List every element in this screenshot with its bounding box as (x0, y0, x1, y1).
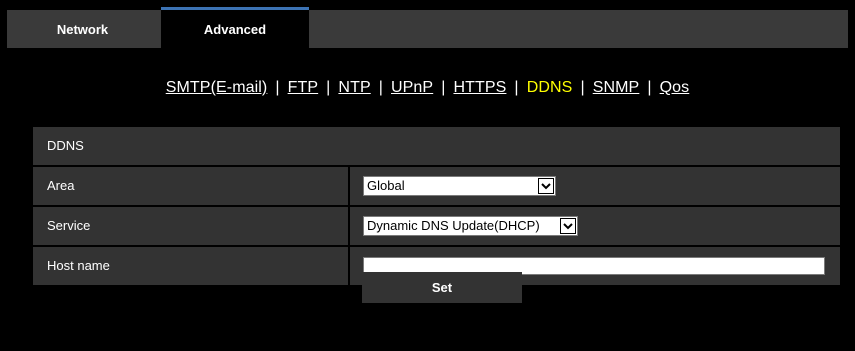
link-separator: | (580, 79, 585, 96)
chevron-down-icon[interactable] (538, 178, 554, 194)
section-title: DDNS (33, 127, 840, 167)
link-qos[interactable]: Qos (660, 79, 690, 96)
tab-bar: Network Advanced (7, 7, 848, 48)
service-select[interactable]: Dynamic DNS Update(DHCP) (363, 216, 578, 236)
link-smtp[interactable]: SMTP(E-mail) (166, 79, 268, 96)
link-snmp[interactable]: SNMP (593, 79, 640, 96)
chevron-down-icon[interactable] (560, 218, 576, 234)
ddns-settings-table: DDNS Area Global Service Dynamic DNS Upd… (33, 127, 840, 287)
tab-network[interactable]: Network (7, 10, 158, 48)
service-value-cell: Dynamic DNS Update(DHCP) (350, 207, 840, 245)
link-ddns-active: DDNS (526, 79, 573, 96)
settings-page: Network Advanced SMTP(E-mail) | FTP | NTP | UP… (0, 0, 855, 351)
hostname-label: Host name (33, 247, 348, 285)
link-separator: | (647, 79, 652, 96)
area-label: Area (33, 167, 348, 205)
link-https[interactable]: HTTPS (453, 79, 506, 96)
link-separator: | (514, 79, 519, 96)
link-separator: | (441, 79, 446, 96)
row-area: Area Global (33, 167, 840, 207)
link-separator: | (275, 79, 280, 96)
service-label: Service (33, 207, 348, 245)
set-button[interactable]: Set (362, 272, 522, 303)
advanced-links-bar: SMTP(E-mail) | FTP | NTP | UPnP | HTTPS | DDNS | SNM… (7, 79, 848, 97)
link-ntp[interactable]: NTP (338, 79, 370, 96)
link-upnp[interactable]: UPnP (391, 79, 433, 96)
row-service: Service Dynamic DNS Update(DHCP) (33, 207, 840, 247)
area-select[interactable]: Global (363, 176, 556, 196)
service-selected-value: Dynamic DNS Update(DHCP) (367, 218, 540, 233)
tab-advanced[interactable]: Advanced (161, 7, 309, 48)
area-value-cell: Global (350, 167, 840, 205)
link-separator: | (326, 79, 331, 96)
link-separator: | (378, 79, 383, 96)
advanced-content: SMTP(E-mail) | FTP | NTP | UPnP | HTTPS | DDNS | SNM… (7, 48, 848, 351)
link-ftp[interactable]: FTP (288, 79, 319, 96)
area-selected-value: Global (367, 178, 405, 193)
